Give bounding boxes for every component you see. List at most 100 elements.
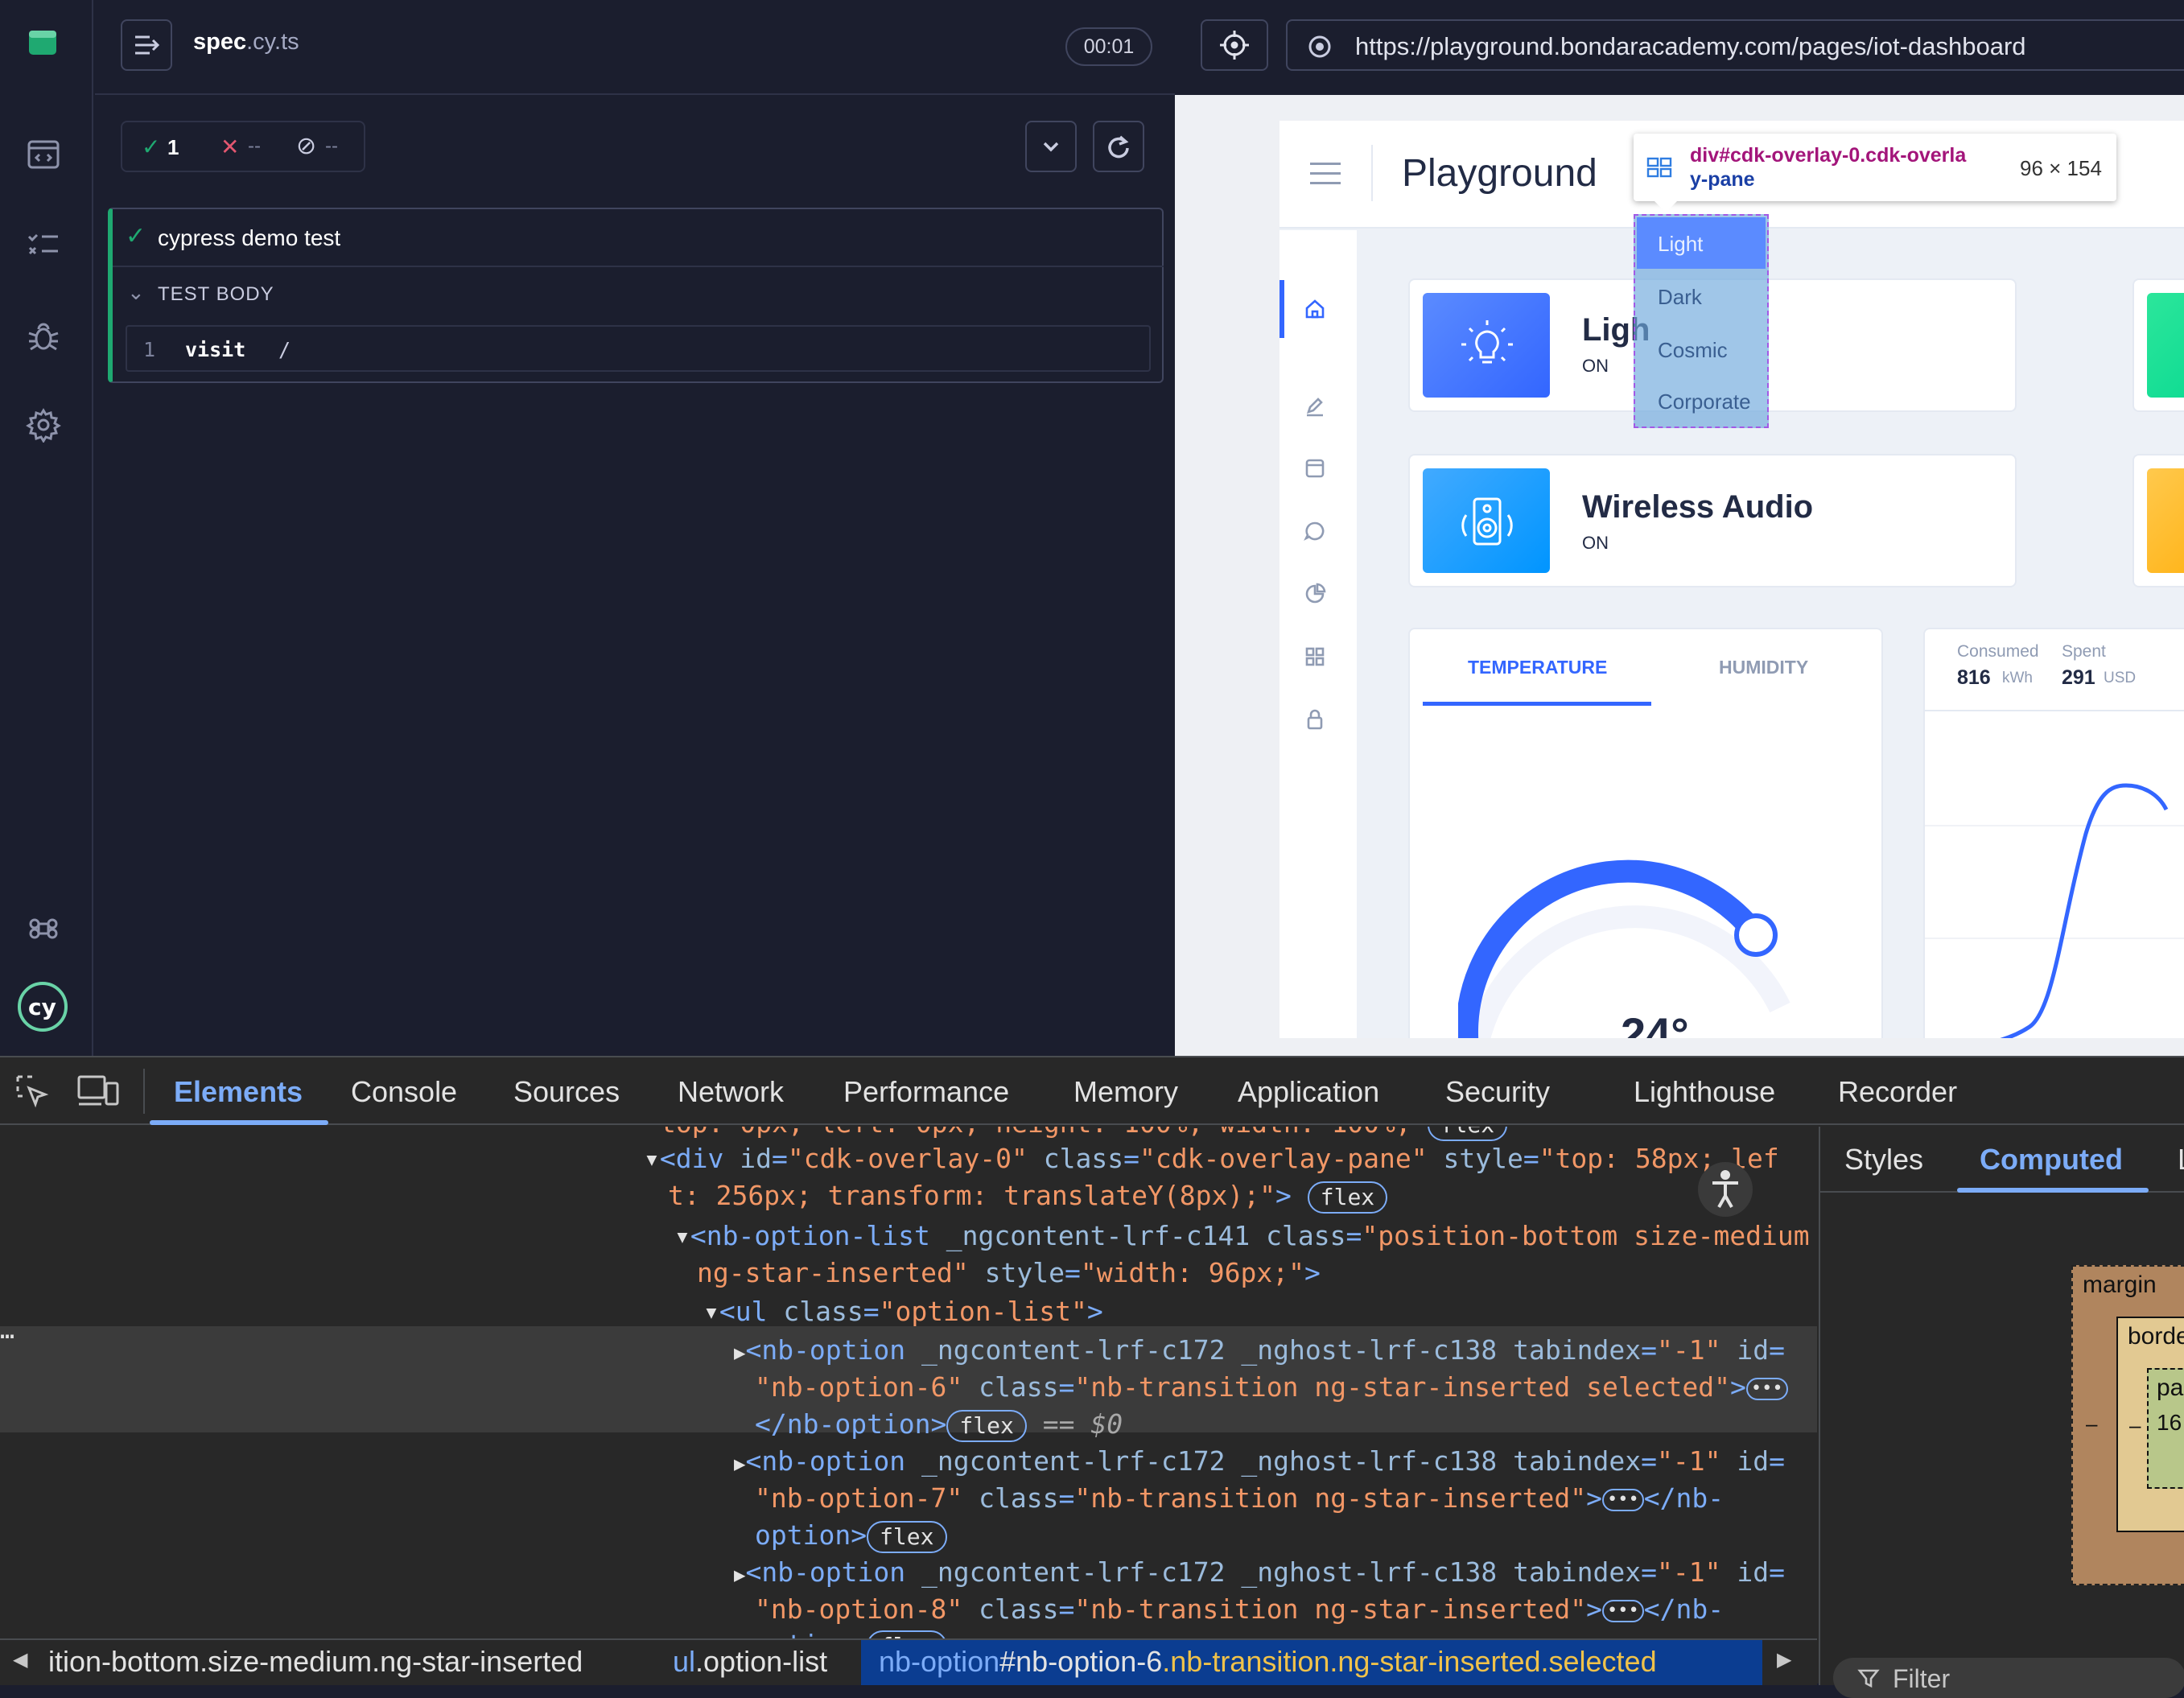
dom-line-ul[interactable]: ▾<ul class="option-list"> [703, 1296, 1103, 1327]
tab-recorder[interactable]: Recorder [1838, 1075, 1957, 1109]
home-icon[interactable] [1304, 298, 1326, 320]
edit-icon[interactable] [1304, 394, 1326, 417]
theme-option-light[interactable]: Light [1658, 232, 1703, 257]
tab-sources[interactable]: Sources [513, 1075, 620, 1109]
box-model-border[interactable]: borde pa 16 – [2116, 1317, 2184, 1532]
status-card-wireless-audio[interactable]: Wireless Audio ON [1408, 454, 2017, 587]
message-icon[interactable] [1304, 520, 1326, 542]
debug-bug-icon[interactable] [26, 319, 61, 354]
pie-chart-icon[interactable] [1304, 583, 1326, 605]
command-log-panel: spec.cy.ts 00:01 ✓ 1 ✕ -- ⊘ -- ✓ cypress… [95, 0, 1175, 1056]
filter-funnel-icon [1857, 1669, 1880, 1688]
cypress-sidebar: cy [0, 0, 93, 1056]
test-title: cypress demo test [158, 225, 341, 250]
expand-dropdown-button[interactable] [1025, 121, 1077, 172]
box-padding-label: pa [2157, 1374, 2184, 1401]
elements-dom-tree[interactable]: top: 0px; left: 0px; height: 100%; width… [0, 1127, 1817, 1638]
breadcrumb-nb-option[interactable]: nb-option#nb-option-6.nb-transition.ng-s… [879, 1645, 1657, 1679]
brand-title[interactable]: Playground [1402, 151, 1597, 196]
tab-more[interactable]: L [2178, 1143, 2184, 1177]
active-side-tab-underline [1957, 1188, 2149, 1193]
command-row-visit[interactable]: 1 visit / [126, 325, 1151, 372]
runs-icon[interactable] [26, 227, 61, 262]
coffee-tile [2147, 468, 2184, 573]
tab-computed[interactable]: Computed [1980, 1143, 2123, 1177]
menu-hamburger-icon[interactable] [1310, 161, 1342, 187]
svg-text:cy: cy [28, 994, 56, 1020]
theme-option-dark[interactable]: Dark [1658, 285, 1702, 310]
dom-line-nb-option-7[interactable]: ▶<nb-option _ngcontent-lrf-c172 _nghost-… [734, 1445, 1785, 1477]
dom-line-nb-option-6[interactable]: ▶<nb-option _ngcontent-lrf-c172 _nghost-… [734, 1334, 1785, 1366]
url-bar[interactable]: https://playground.bondaracademy.com/pag… [1286, 19, 2184, 71]
breadcrumb-ul[interactable]: ul.option-list [673, 1645, 827, 1679]
inspect-element-icon[interactable] [13, 1072, 52, 1111]
side-tabbar: Styles Computed L [1820, 1127, 2184, 1193]
filter-placeholder: Filter [1893, 1664, 1951, 1693]
dom-line-nb-option-8-cont[interactable]: "nb-option-8" class="nb-transition ng-st… [755, 1593, 1724, 1625]
chevron-down-icon[interactable]: ⌄ [127, 280, 145, 305]
dom-line-overlay-pane-cont[interactable]: t: 256px; transform: translateY(8px);"> … [668, 1180, 1388, 1214]
dom-line-nb-option-8-close[interactable]: option>flex [755, 1629, 947, 1638]
status-card-roller-shades[interactable] [2132, 278, 2184, 412]
test-item[interactable]: ✓ cypress demo test ⌄ TEST BODY 1 visit … [108, 208, 1164, 383]
dom-line-overlay-pane[interactable]: ▾<div id="cdk-overlay-0" class="cdk-over… [644, 1143, 1779, 1174]
pending-icon: ⊘ [296, 133, 317, 159]
grid-icon[interactable] [1304, 645, 1326, 668]
aut-header: https://playground.bondaracademy.com/pag… [1175, 0, 2184, 95]
theme-option-corporate[interactable]: Corporate [1658, 389, 1751, 414]
toggle-specs-list-button[interactable] [121, 19, 172, 71]
tab-lighthouse[interactable]: Lighthouse [1634, 1075, 1775, 1109]
dom-line-option-list[interactable]: ▾<nb-option-list _ngcontent-lrf-c141 cla… [674, 1220, 1810, 1251]
selector-playground-button[interactable] [1201, 19, 1268, 71]
dom-line-nb-option-6-close[interactable]: </nb-option> flex == $0 [755, 1408, 1123, 1442]
light-card-status: ON [1582, 356, 1609, 376]
app-logo-icon[interactable] [26, 26, 61, 61]
spec-header: spec.cy.ts 00:01 [95, 0, 1175, 95]
tab-security[interactable]: Security [1445, 1075, 1550, 1109]
spent-unit: USD [2104, 670, 2137, 686]
audio-card-status: ON [1582, 533, 1609, 553]
pending-count: -- [325, 135, 338, 157]
specs-icon[interactable] [26, 137, 61, 172]
tab-styles[interactable]: Styles [1844, 1143, 1923, 1177]
rerun-button[interactable] [1093, 121, 1144, 172]
cypress-logo-icon[interactable]: cy [16, 980, 69, 1033]
box-model-padding[interactable]: pa 16 [2147, 1368, 2184, 1489]
more-options-icon[interactable]: … [0, 1317, 14, 1345]
electricity-card: Consumed 816 kWh Spent 291 USD [1923, 628, 2184, 1038]
inspect-tooltip: div#cdk-overlay-0.cdk-overla y-pane 96 × … [1634, 134, 2116, 212]
dom-line-nb-option-8[interactable]: ▶<nb-option _ngcontent-lrf-c172 _nghost-… [734, 1556, 1785, 1588]
dom-line-nb-option-7-cont[interactable]: "nb-option-7" class="nb-transition ng-st… [755, 1482, 1724, 1514]
globe-icon [1308, 35, 1331, 58]
settings-gear-icon[interactable] [26, 407, 61, 443]
scroll-right-icon[interactable]: ▶ [1777, 1648, 1791, 1671]
dom-line-nb-option-6-cont[interactable]: "nb-option-6" class="nb-transition ng-st… [755, 1371, 1788, 1403]
tab-console[interactable]: Console [351, 1075, 457, 1109]
device-toolbar-icon[interactable] [76, 1072, 121, 1111]
tab-temperature[interactable]: TEMPERATURE [1468, 657, 1607, 678]
lock-icon[interactable] [1304, 708, 1326, 731]
browser-icon[interactable] [1304, 457, 1326, 480]
box-margin-label: margin [2083, 1271, 2157, 1298]
scroll-left-icon[interactable]: ◀ [13, 1648, 27, 1671]
tab-memory[interactable]: Memory [1073, 1075, 1178, 1109]
computed-filter-input[interactable]: Filter [1833, 1658, 2184, 1698]
tab-performance[interactable]: Performance [843, 1075, 1009, 1109]
divider [1925, 710, 2184, 711]
tab-elements[interactable]: Elements [174, 1075, 303, 1109]
tab-network[interactable]: Network [678, 1075, 784, 1109]
breadcrumb-option-list-host[interactable]: ition-bottom.size-medium.ng-star-inserte… [48, 1645, 583, 1679]
tab-application[interactable]: Application [1238, 1075, 1379, 1109]
keyboard-shortcuts-icon[interactable] [26, 911, 61, 946]
status-card-coffee-maker[interactable] [2132, 454, 2184, 587]
dom-line-option-list-cont[interactable]: ng-star-inserted" style="width: 96px;"> [697, 1257, 1321, 1288]
passed-count: 1 [167, 135, 179, 159]
test-pass-icon: ✓ [126, 223, 146, 249]
tab-humidity[interactable]: HUMIDITY [1719, 657, 1808, 678]
dom-line-nb-option-7-close[interactable]: option> flex [755, 1519, 947, 1553]
theme-option-cosmic[interactable]: Cosmic [1658, 338, 1728, 363]
spent-value: 291 [2062, 666, 2095, 689]
consumed-label: Consumed [1957, 642, 2039, 661]
accessibility-icon[interactable] [1698, 1162, 1753, 1217]
box-model-margin[interactable]: margin borde pa 16 – – [2071, 1265, 2184, 1585]
